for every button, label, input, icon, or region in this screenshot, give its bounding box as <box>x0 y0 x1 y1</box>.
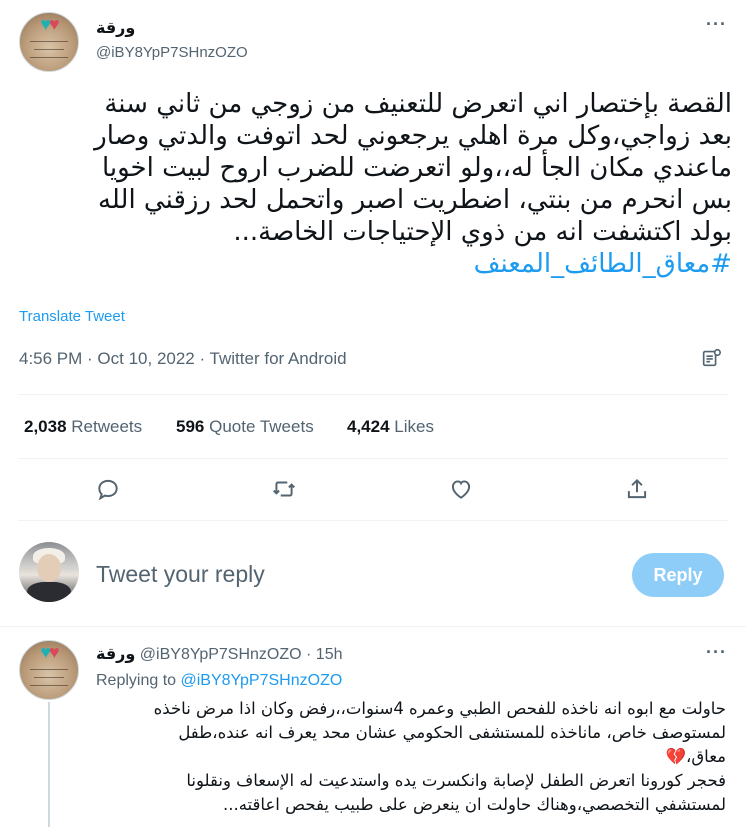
retweets-label: Retweets <box>71 417 143 436</box>
quote-tweets-stat[interactable]: 596 Quote Tweets <box>176 417 314 437</box>
reply-author-handle[interactable]: @iBY8YpP7SHnzOZO <box>140 646 302 663</box>
reply-text: حاولت مع ابوه انه ناخذه للفحص الطبي وعمر… <box>96 697 726 817</box>
likes-stat[interactable]: 4,424 Likes <box>347 417 434 437</box>
author-avatar[interactable]: ♥♥ <box>19 12 79 72</box>
divider <box>0 626 746 627</box>
likes-count: 4,424 <box>347 417 390 436</box>
reply-author-name[interactable]: ورقة <box>96 646 135 663</box>
tweet-line: القصة بإختصار اني اتعرض للتعنيف من زوجي … <box>104 89 732 119</box>
reply-time[interactable]: · 15h <box>306 646 342 663</box>
author-name[interactable]: ورقة <box>96 18 135 38</box>
replying-handle-link[interactable]: @iBY8YpP7SHnzOZO <box>181 672 343 689</box>
replying-label: Replying to <box>96 672 177 689</box>
reply-icon[interactable] <box>95 476 121 502</box>
quote-count: 596 <box>176 417 205 436</box>
avatar-hearts: ♥♥ <box>40 642 59 663</box>
quote-label: Quote Tweets <box>209 417 314 436</box>
reply-line: فحجر كورونا اتعرض الطفل لإصابة وانكسرت ي… <box>186 771 726 790</box>
author-handle[interactable]: @iBY8YpP7SHnzOZO <box>96 44 248 61</box>
thread-line <box>48 702 50 827</box>
tweet-line: بعد زواجي،وكل مرة اهلي يرجعوني لحد اتوفت… <box>94 121 732 151</box>
more-icon[interactable]: ··· <box>706 642 727 663</box>
divider <box>18 394 728 395</box>
like-icon[interactable] <box>448 476 474 502</box>
tweet-line: بولد اكتشفت انه من ذوي الإحتياجات الخاصة… <box>233 217 732 247</box>
divider <box>18 458 728 459</box>
divider <box>18 520 728 521</box>
hashtag-link[interactable]: #معاق_الطائف_المعنف <box>18 248 732 280</box>
reply-line: حاولت مع ابوه انه ناخذه للفحص الطبي وعمر… <box>153 699 726 718</box>
reply-button[interactable]: Reply <box>632 553 724 597</box>
avatar-handwriting <box>30 40 68 59</box>
broken-heart-icon: 💔 <box>665 747 687 766</box>
user-avatar[interactable] <box>19 542 79 602</box>
replying-to: Replying to @iBY8YpP7SHnzOZO <box>96 672 342 690</box>
tweet-timestamp[interactable]: 4:56 PM · Oct 10, 2022 · Twitter for And… <box>19 349 347 369</box>
analytics-icon[interactable] <box>700 347 722 369</box>
reply-header: ورقة @iBY8YpP7SHnzOZO · 15h <box>96 644 343 664</box>
reply-line: لمستوصف خاص، ماناخذه للمستشفى الحكومي عش… <box>178 723 726 742</box>
likes-label: Likes <box>394 417 434 436</box>
translate-tweet-link[interactable]: Translate Tweet <box>19 308 125 325</box>
reply-author-avatar[interactable]: ♥♥ <box>19 640 79 700</box>
share-icon[interactable] <box>624 476 650 502</box>
tweet-line: بس انحرم من بنتي، اضطريت اصبر واتحمل لحد… <box>97 185 732 215</box>
reply-line: لمستشفي التخصصي،وهناك حاولت ان ينعرض على… <box>222 795 726 814</box>
reply-line: معاق،💔 <box>96 745 727 769</box>
retweet-icon[interactable] <box>271 476 297 502</box>
reply-input[interactable]: Tweet your reply <box>96 561 265 588</box>
more-icon[interactable]: ··· <box>706 14 727 35</box>
avatar-handwriting <box>30 668 68 687</box>
avatar-face <box>37 554 61 582</box>
avatar-shirt <box>27 582 71 602</box>
avatar-hearts: ♥♥ <box>40 14 59 35</box>
retweets-stat[interactable]: 2,038 Retweets <box>24 417 142 437</box>
tweet-line: ماعندي مكان الجأ له،،ولو اتعرضت للضرب ار… <box>101 153 732 183</box>
retweets-count: 2,038 <box>24 417 67 436</box>
tweet-text: القصة بإختصار اني اتعرض للتعنيف من زوجي … <box>18 88 732 280</box>
reply-line-text: معاق، <box>686 747 726 766</box>
